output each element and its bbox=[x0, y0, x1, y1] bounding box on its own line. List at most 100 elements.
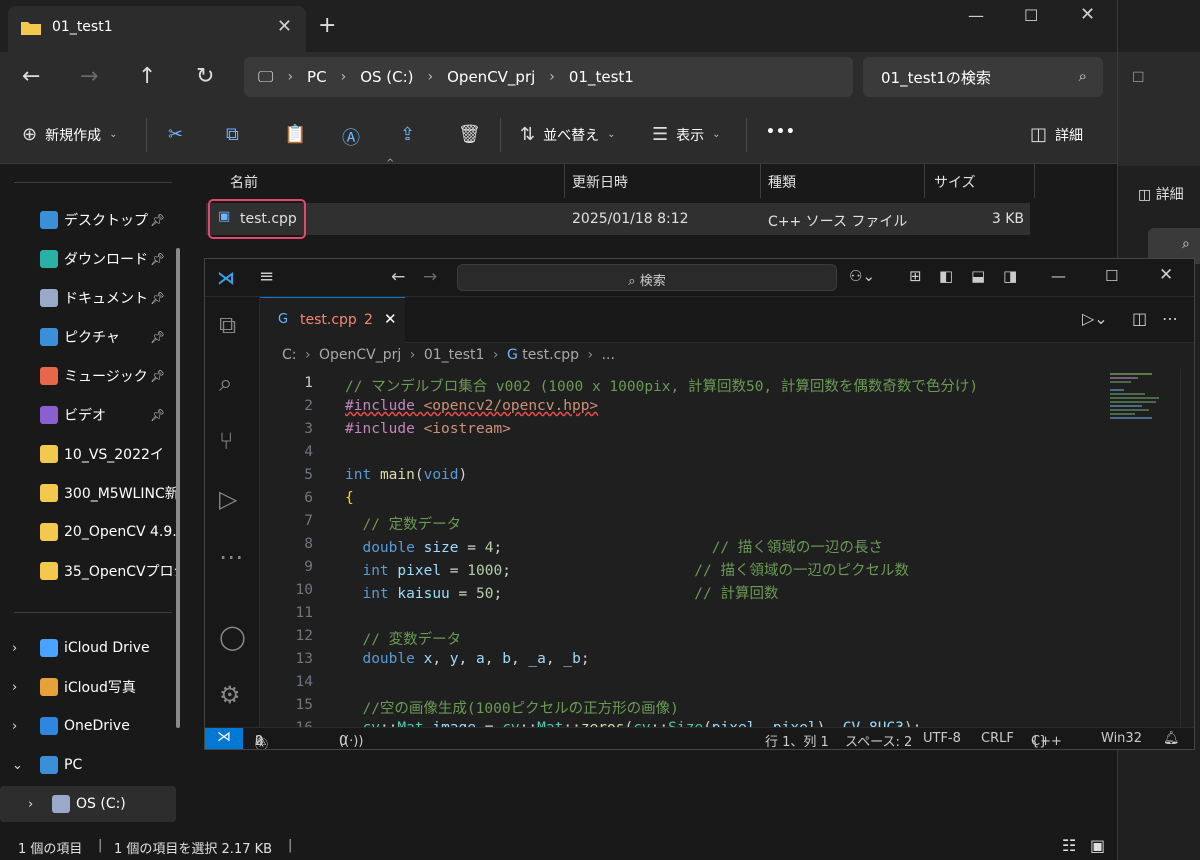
view-button[interactable]: ☰ 表示 ⌄ bbox=[652, 124, 721, 145]
column-modified[interactable]: 更新日時 bbox=[572, 172, 628, 192]
bell-icon[interactable]: 🔔︎ bbox=[1163, 731, 1180, 746]
indentation[interactable]: スペース: 2 bbox=[845, 731, 912, 749]
code-line[interactable]: 4 bbox=[260, 444, 1194, 467]
code-line[interactable]: 7 // 定数データ bbox=[260, 513, 1194, 536]
close-icon[interactable]: ✕ bbox=[384, 310, 397, 328]
code-line[interactable]: 10 int kaisuu = 50; // 計算回数 bbox=[260, 582, 1194, 605]
maximize-button[interactable]: ☐ bbox=[1105, 267, 1118, 285]
code-line[interactable]: 3 #include <iostream> bbox=[260, 421, 1194, 444]
breadcrumb-pc[interactable]: PC bbox=[307, 68, 327, 86]
sidebar-item[interactable]: ダウンロード 📌︎ bbox=[0, 241, 176, 277]
up-button[interactable]: ↑ bbox=[138, 64, 156, 89]
explorer-tab[interactable]: 01_test1 ✕ bbox=[8, 6, 306, 52]
code-line[interactable]: 9 int pixel = 1000; // 描く領域の一辺のピクセル数 bbox=[260, 559, 1194, 582]
scrollbar[interactable] bbox=[176, 248, 180, 728]
account-icon[interactable]: ◯ bbox=[219, 623, 246, 651]
breadcrumb-file[interactable]: test.cpp bbox=[522, 347, 579, 363]
breadcrumb-project[interactable]: OpenCV_prj bbox=[319, 347, 401, 363]
column-divider[interactable] bbox=[760, 164, 761, 198]
breadcrumb-project[interactable]: OpenCV_prj bbox=[447, 68, 535, 86]
breadcrumb-drive[interactable]: C: bbox=[282, 347, 297, 363]
paste-button[interactable]: 📋 bbox=[284, 124, 306, 145]
sidebar-item[interactable]: デスクトップ 📌︎ bbox=[0, 202, 176, 238]
restore-icon[interactable]: ☐ bbox=[1132, 70, 1145, 86]
sidebar-item[interactable]: ミュージック 📌︎ bbox=[0, 358, 176, 394]
column-divider[interactable] bbox=[564, 164, 565, 198]
details-button[interactable]: ◫ 詳細 bbox=[1030, 124, 1083, 145]
layout-icon[interactable]: ⊞ bbox=[909, 267, 922, 285]
minimize-button[interactable]: — bbox=[1051, 267, 1066, 285]
close-tab-icon[interactable]: ✕ bbox=[277, 16, 292, 37]
command-center-search[interactable]: ⌕ 検索 bbox=[457, 264, 837, 291]
code-line[interactable]: 6{ bbox=[260, 490, 1194, 513]
forward-arrow-icon[interactable]: → bbox=[423, 267, 437, 287]
code-line[interactable]: 15 //空の画像生成(1000ピクセルの正方形の画像) bbox=[260, 697, 1194, 720]
search-icon[interactable]: ⌕ bbox=[219, 369, 232, 397]
forward-button[interactable]: → bbox=[80, 64, 98, 89]
column-divider[interactable] bbox=[1034, 164, 1035, 198]
sidebar-item[interactable]: 300_M5WLINC新 bbox=[0, 475, 176, 511]
chevron-right-icon[interactable]: › bbox=[28, 797, 33, 812]
close-window-button[interactable]: ✕ bbox=[1080, 4, 1095, 25]
code-line[interactable]: 13 double x, y, a, b, _a, _b; bbox=[260, 651, 1194, 674]
code-line[interactable]: 8 double size = 4; // 描く領域の一辺の長さ bbox=[260, 536, 1194, 559]
breadcrumb-drive[interactable]: OS (C:) bbox=[360, 68, 413, 86]
pin-icon[interactable]: 📌︎ bbox=[150, 291, 165, 305]
code-line[interactable]: 11 bbox=[260, 605, 1194, 628]
more-options-button[interactable]: ••• bbox=[766, 124, 796, 140]
delete-button[interactable]: 🗑 bbox=[458, 124, 481, 145]
sidebar-item[interactable]: › iCloud Drive bbox=[0, 630, 176, 666]
more-actions-icon[interactable]: ⋯ bbox=[1162, 309, 1178, 328]
line-ending[interactable]: CRLF bbox=[981, 731, 1014, 746]
sidebar-item[interactable]: 35_OpenCVプロジ bbox=[0, 553, 176, 589]
code-line[interactable]: 14 bbox=[260, 674, 1194, 697]
copy-button[interactable]: ⧉ bbox=[226, 124, 239, 145]
code-line[interactable]: 12 // 変数データ bbox=[260, 628, 1194, 651]
breadcrumb-folder[interactable]: 01_test1 bbox=[424, 347, 485, 363]
column-size[interactable]: サイズ bbox=[934, 172, 976, 192]
sort-button[interactable]: ⇅ 並べ替え ⌄ bbox=[520, 124, 615, 145]
run-debug-icon[interactable]: ▷ bbox=[219, 485, 237, 513]
pin-icon[interactable]: 📌︎ bbox=[150, 330, 165, 344]
search-input[interactable]: 01_test1の検索 ⌕ bbox=[863, 57, 1103, 97]
menu-icon[interactable]: ≡ bbox=[259, 266, 274, 287]
copilot-icon[interactable]: ⚇⌄ bbox=[849, 267, 875, 285]
pin-icon[interactable]: 📌︎ bbox=[150, 213, 165, 227]
tab-test-cpp[interactable]: G test.cpp 2 ✕ bbox=[260, 297, 405, 343]
toggle-panel-icon[interactable]: ⬓ bbox=[971, 267, 985, 285]
breadcrumb-symbol[interactable]: ... bbox=[602, 347, 615, 363]
sidebar-item[interactable]: › OS (C:) bbox=[0, 786, 176, 822]
encoding[interactable]: UTF-8 bbox=[923, 731, 961, 746]
chevron-right-icon[interactable]: › bbox=[535, 69, 569, 85]
gear-icon[interactable]: ⚙ bbox=[219, 681, 241, 709]
pin-icon[interactable]: 📌︎ bbox=[150, 369, 165, 383]
sidebar-item[interactable]: ピクチャ 📌︎ bbox=[0, 319, 176, 355]
address-bar[interactable]: 🖵 › PC › OS (C:) › OpenCV_prj › 01_test1 bbox=[244, 57, 853, 97]
file-row[interactable]: ▣ test.cpp 2025/01/18 8:12 C++ ソース ファイル … bbox=[206, 203, 1030, 235]
more-icon[interactable]: ⋯ bbox=[219, 543, 243, 571]
sidebar-item[interactable]: › iCloud写真 bbox=[0, 669, 176, 705]
chevron-down-icon[interactable]: ⌄ bbox=[12, 758, 23, 773]
chevron-right-icon[interactable]: › bbox=[12, 641, 17, 656]
refresh-button[interactable]: ↻ bbox=[196, 64, 214, 89]
breadcrumb-folder[interactable]: 01_test1 bbox=[569, 68, 634, 86]
column-name[interactable]: 名前 bbox=[230, 172, 258, 192]
back-button[interactable]: ← bbox=[22, 64, 40, 89]
split-editor-icon[interactable]: ◫ bbox=[1132, 309, 1147, 328]
code-line[interactable]: 2 #include <opencv2/opencv.hpp> bbox=[260, 398, 1194, 421]
details-view-icon[interactable]: ☷ bbox=[1062, 836, 1076, 855]
chevron-right-icon[interactable]: › bbox=[327, 69, 361, 85]
background-details-button[interactable]: ◫ 詳細 bbox=[1138, 184, 1184, 204]
chevron-right-icon[interactable]: › bbox=[414, 69, 448, 85]
new-button[interactable]: ⊕ 新規作成 ⌄ bbox=[22, 124, 117, 145]
chevron-right-icon[interactable]: › bbox=[12, 680, 17, 695]
cut-button[interactable]: ✂ bbox=[168, 124, 183, 145]
tiles-view-icon[interactable]: ▣ bbox=[1090, 836, 1105, 855]
sidebar-item[interactable]: › OneDrive bbox=[0, 708, 176, 744]
sidebar-item[interactable]: ドキュメント 📌︎ bbox=[0, 280, 176, 316]
platform[interactable]: Win32 bbox=[1101, 731, 1142, 746]
share-button[interactable]: ⇪ bbox=[400, 124, 415, 145]
column-divider[interactable] bbox=[924, 164, 925, 198]
toggle-secondary-sidebar-icon[interactable]: ◨ bbox=[1003, 267, 1017, 285]
new-tab-button[interactable]: + bbox=[318, 13, 336, 38]
